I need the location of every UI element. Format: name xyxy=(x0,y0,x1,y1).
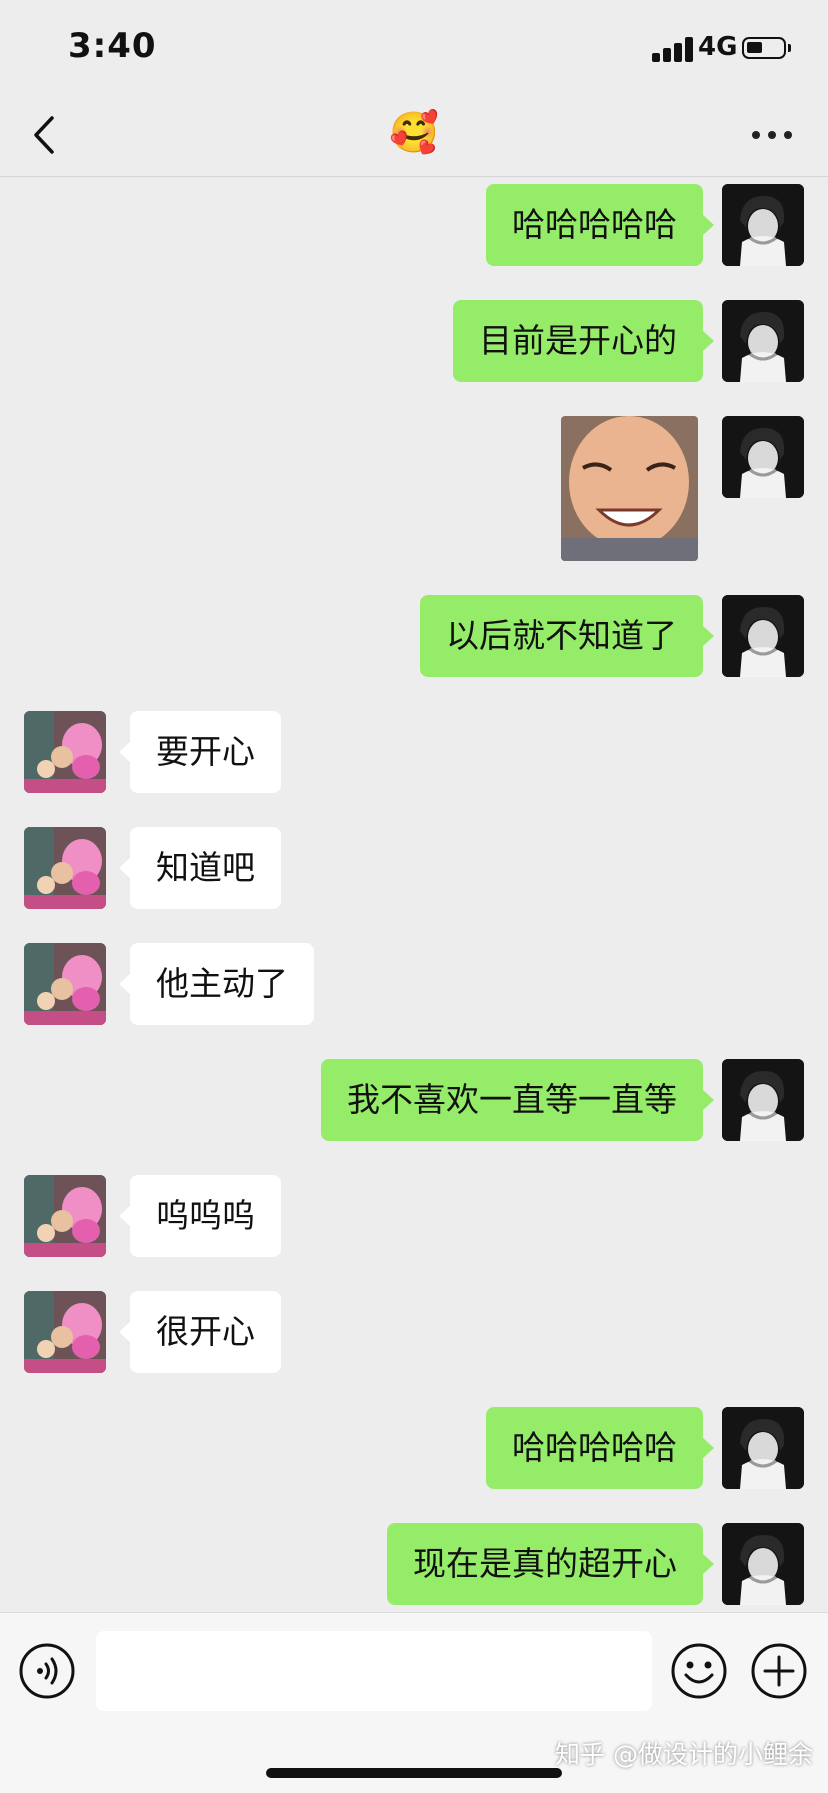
outgoing-bubble[interactable]: 目前是开心的 xyxy=(453,300,714,382)
more-functions-icon[interactable] xyxy=(750,1642,808,1700)
laughing-baby-sticker[interactable] xyxy=(561,416,698,561)
incoming-bubble[interactable]: 呜呜呜 xyxy=(119,1175,281,1257)
voice-input-icon[interactable] xyxy=(18,1642,76,1700)
network-type: 4G xyxy=(698,32,738,62)
chat-title: 🥰 xyxy=(389,110,439,156)
incoming-bubble[interactable]: 要开心 xyxy=(119,711,281,793)
input-bar: 知乎 @做设计的小鲤余 xyxy=(0,1612,828,1793)
outgoing-bubble[interactable]: 哈哈哈哈哈 xyxy=(486,184,714,266)
home-indicator[interactable] xyxy=(266,1768,562,1778)
status-bar: 3:40 4G xyxy=(0,0,828,96)
incoming-bubble[interactable]: 知道吧 xyxy=(119,827,281,909)
incoming-bubble[interactable]: 很开心 xyxy=(119,1291,281,1373)
outgoing-bubble[interactable]: 我不喜欢一直等一直等 xyxy=(321,1059,714,1141)
outgoing-bubble[interactable]: 现在是真的超开心 xyxy=(387,1523,714,1605)
contact-avatar[interactable] xyxy=(24,1291,106,1373)
my-avatar[interactable] xyxy=(722,1523,804,1605)
contact-avatar[interactable] xyxy=(24,711,106,793)
my-avatar[interactable] xyxy=(722,416,804,498)
watermark: 知乎 @做设计的小鲤余 xyxy=(555,1740,813,1769)
more-icon[interactable] xyxy=(748,126,796,146)
contact-avatar[interactable] xyxy=(24,827,106,909)
chat-header: 🥰 xyxy=(0,96,828,177)
my-avatar[interactable] xyxy=(722,1407,804,1489)
my-avatar[interactable] xyxy=(722,595,804,677)
my-avatar[interactable] xyxy=(722,184,804,266)
message-input[interactable] xyxy=(96,1631,652,1711)
incoming-bubble[interactable]: 他主动了 xyxy=(119,943,314,1025)
status-time: 3:40 xyxy=(68,26,157,66)
outgoing-bubble[interactable]: 哈哈哈哈哈 xyxy=(486,1407,714,1489)
contact-avatar[interactable] xyxy=(24,943,106,1025)
battery-cap xyxy=(788,44,791,52)
message-list[interactable]: 哈哈哈哈哈 目前是开心的 以后就不知道了 要开心 知道吧 他主动了 我不喜欢一直… xyxy=(0,177,828,1611)
battery-icon xyxy=(742,37,786,59)
my-avatar[interactable] xyxy=(722,300,804,382)
contact-avatar[interactable] xyxy=(24,1175,106,1257)
emoji-icon[interactable] xyxy=(670,1642,728,1700)
outgoing-bubble[interactable]: 以后就不知道了 xyxy=(420,595,714,677)
my-avatar[interactable] xyxy=(722,1059,804,1141)
